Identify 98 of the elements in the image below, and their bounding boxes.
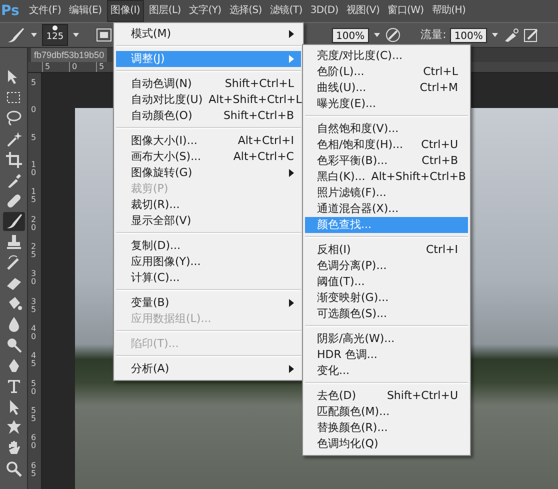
ruler-label: 20: [31, 216, 36, 234]
shape-icon: [4, 418, 22, 436]
shortcut-label: Shift+Ctrl+B: [223, 108, 294, 124]
menu-bar-item[interactable]: 窗口(W): [384, 1, 427, 21]
menu-item[interactable]: 匹配颜色(M)...: [305, 404, 468, 420]
menu-item[interactable]: 应用图像(Y)...: [116, 254, 301, 270]
ruler-label: 5: [31, 79, 36, 89]
menu-bar-item[interactable]: 文件(F): [26, 1, 64, 21]
menu-bar-item[interactable]: 图层(L): [146, 1, 184, 21]
brush-tip-icon: [52, 25, 58, 32]
brush-preset-picker[interactable]: 125: [42, 24, 68, 46]
menu-bar-item[interactable]: 3D(D): [307, 1, 342, 21]
brush-icon[interactable]: [6, 26, 26, 44]
shortcut-label: Alt+Ctrl+C: [233, 148, 294, 165]
menu-item[interactable]: 照片滤镜(F)...: [305, 185, 468, 201]
ruler-label: 45: [31, 352, 36, 370]
wand-icon: [4, 130, 22, 148]
menu-item[interactable]: HDR 色调...: [305, 347, 468, 363]
menu-bar-item[interactable]: 文字(Y): [186, 1, 224, 21]
menu-item[interactable]: 替换颜色(R)...: [305, 420, 468, 436]
shortcut-label: Alt+Ctrl+I: [238, 132, 294, 149]
menu-bar-item[interactable]: 选择(S): [226, 1, 265, 21]
shortcut-label: Ctrl+B: [422, 152, 458, 169]
menu-item[interactable]: 变量(B): [116, 295, 301, 311]
menu-item[interactable]: 亮度/对比度(C)...: [305, 48, 468, 64]
ruler-label: 25: [31, 242, 36, 261]
crop-icon: [4, 150, 22, 169]
panel-toggle-icon[interactable]: [96, 28, 112, 42]
ruler-label: 30: [31, 270, 36, 288]
menu-item[interactable]: 去色(D) Shift+Ctrl+U: [305, 388, 468, 404]
tool-slot[interactable]: [2, 212, 24, 231]
ruler-label: 65: [31, 462, 36, 480]
menu-item[interactable]: 图像旋转(G): [116, 165, 301, 181]
ruler-label: 55: [31, 406, 36, 425]
caret-icon[interactable]: [72, 32, 80, 38]
ruler-label: 15: [31, 188, 36, 206]
ruler-label: 0: [31, 106, 36, 116]
brush-icon: [4, 212, 22, 230]
lasso-icon: [4, 109, 22, 128]
shortcut-label: Shift+Ctrl+L: [224, 76, 294, 92]
menu-item[interactable]: 阈值(T)...: [305, 274, 468, 290]
menu-item[interactable]: 裁切(R)...: [116, 197, 301, 213]
menu-item[interactable]: 自动颜色(O) Shift+Ctrl+B: [116, 108, 301, 124]
menu-item[interactable]: 黑白(K)... Alt+Shift+Ctrl+B: [305, 169, 468, 185]
ruler-label: 50: [31, 380, 36, 398]
menu-item[interactable]: 色调均化(Q): [305, 436, 468, 452]
menu-item[interactable]: 图像大小(I)... Alt+Ctrl+I: [116, 133, 301, 149]
menu-item[interactable]: 可选颜色(S)...: [305, 306, 468, 322]
app-logo: Ps: [0, 2, 20, 20]
ruler-label: 5: [42, 62, 69, 72]
ruler-label: 60: [31, 434, 36, 452]
flow-label: 流量:: [420, 26, 446, 43]
menu-item[interactable]: 色彩平衡(B)... Ctrl+B: [305, 153, 468, 169]
ruler-label: 5: [31, 134, 36, 144]
menu-item[interactable]: 显示全部(V): [116, 213, 301, 229]
menu-item[interactable]: 阴影/高光(W)...: [305, 331, 468, 347]
menu-item[interactable]: 渐变映射(G)...: [305, 290, 468, 306]
zoom-icon: [4, 460, 22, 478]
menu-item[interactable]: 计算(C)...: [116, 270, 301, 286]
menu-item[interactable]: 曝光度(E)...: [305, 96, 468, 112]
caret-icon[interactable]: [490, 32, 499, 38]
shortcut-label: Alt+Shift+Ctrl+B: [371, 168, 466, 185]
ruler-label: 40: [31, 324, 36, 343]
menu-item[interactable]: 反相(I) Ctrl+I: [305, 242, 468, 258]
ruler-label: 0: [69, 62, 96, 72]
shortcut-label: Ctrl+M: [420, 80, 458, 96]
caret-icon[interactable]: [30, 32, 38, 38]
menu-item[interactable]: 自然饱和度(V)...: [305, 121, 468, 137]
menu-item[interactable]: 色调分离(P)...: [305, 258, 468, 274]
menu-item[interactable]: 自动对比度(U) Alt+Shift+Ctrl+L: [116, 92, 301, 108]
menu-item[interactable]: 变化...: [305, 363, 468, 379]
menu-item[interactable]: 画布大小(S)... Alt+Ctrl+C: [116, 149, 301, 165]
menu-item[interactable]: 模式(M): [116, 26, 301, 42]
menu-bar-item[interactable]: 编辑(E): [66, 1, 105, 21]
menu-bar-item[interactable]: 视图(V): [343, 1, 383, 21]
menu-bar-item[interactable]: 滤镜(T): [266, 1, 306, 21]
shortcut-label: Ctrl+L: [423, 64, 458, 80]
menu-item[interactable]: 通道混合器(X)...: [305, 201, 468, 217]
menu-bar-item[interactable]: 图像(I): [106, 0, 144, 22]
shortcut-label: Ctrl+I: [426, 242, 458, 258]
menu-item[interactable]: 色相/饱和度(H)... Ctrl+U: [305, 137, 468, 153]
shortcut-label: Ctrl+U: [421, 136, 458, 153]
shortcut-label: Alt+Shift+Ctrl+L: [208, 92, 302, 108]
menu-item[interactable]: 色阶(L)... Ctrl+L: [305, 64, 468, 80]
document-tab[interactable]: fb79dbf53b19b50: [31, 48, 108, 62]
opacity-field[interactable]: 100%: [332, 28, 369, 42]
ruler-label: 35: [31, 298, 36, 316]
menu-item[interactable]: 复制(D)...: [116, 238, 301, 254]
shortcut-label: Shift+Ctrl+U: [386, 388, 458, 404]
airbrush-icon[interactable]: [502, 27, 519, 43]
menu-item[interactable]: 自动色调(N) Shift+Ctrl+L: [116, 76, 301, 92]
menu-item[interactable]: 曲线(U)... Ctrl+M: [305, 80, 468, 96]
caret-icon[interactable]: [372, 32, 381, 38]
ruler-label: 10: [31, 160, 36, 179]
flow-field[interactable]: 100%: [450, 28, 487, 42]
menu-bar-item[interactable]: 帮助(H): [428, 1, 469, 21]
stamp-icon: [4, 233, 22, 252]
menu-item[interactable]: 分析(A): [116, 361, 301, 377]
